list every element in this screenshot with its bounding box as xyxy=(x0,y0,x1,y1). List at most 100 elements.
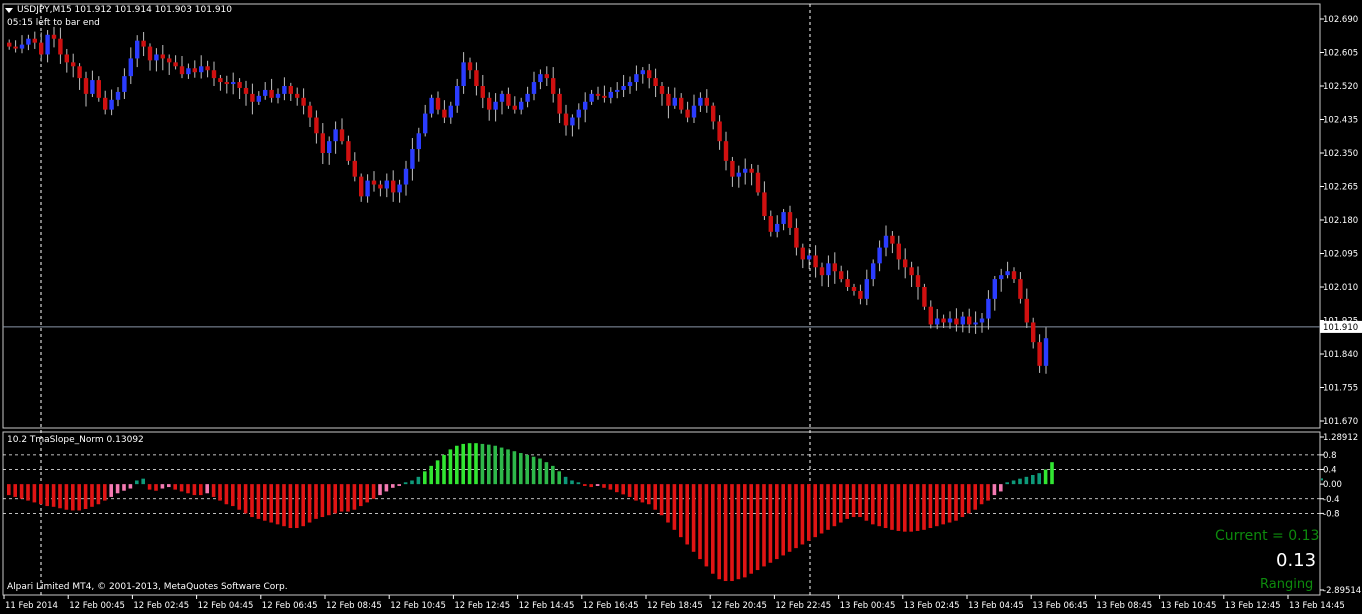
candle-body xyxy=(986,298,991,319)
indicator-bar xyxy=(967,484,971,514)
candle-body xyxy=(839,271,844,280)
candle-body xyxy=(1037,342,1042,366)
candle-body xyxy=(634,74,639,83)
indicator-last-marker xyxy=(1321,478,1323,481)
candle-body xyxy=(179,66,185,75)
candle-body xyxy=(615,89,620,92)
indicator-bar xyxy=(915,484,920,531)
candle-body xyxy=(992,279,997,299)
candle-body xyxy=(263,89,268,96)
price-axis-label: 102.265 xyxy=(1323,183,1358,193)
indicator-bar xyxy=(960,484,965,518)
candle-body xyxy=(519,101,524,110)
indicator-bar xyxy=(461,443,465,485)
candle-body xyxy=(589,93,594,102)
candle-body xyxy=(333,129,338,142)
indicator-bar xyxy=(320,484,325,518)
price-axis-label: 102.435 xyxy=(1323,116,1358,126)
indicator-bar xyxy=(256,484,261,519)
indicator-bar xyxy=(275,484,280,525)
indicator-bar xyxy=(807,484,811,541)
indicator-bar xyxy=(237,484,241,510)
candle-body xyxy=(538,74,543,83)
indicator-bar xyxy=(519,453,523,485)
indicator-bar xyxy=(845,484,849,519)
indicator-bar xyxy=(128,484,133,489)
indicator-current-label: Current = 0.13 xyxy=(1215,528,1320,544)
candle-body xyxy=(224,82,229,85)
time-axis-label: 12 Feb 22:45 xyxy=(775,601,831,611)
price-axis-label: 102.095 xyxy=(1323,250,1358,260)
indicator-bar xyxy=(506,449,510,485)
indicator-bar xyxy=(199,484,203,496)
candle-body xyxy=(935,318,940,325)
indicator-bar xyxy=(1043,469,1048,485)
candle-body xyxy=(525,93,530,102)
indicator-bar xyxy=(640,484,645,503)
indicator-bar xyxy=(243,484,248,514)
candle-body xyxy=(512,105,517,110)
candle-body xyxy=(781,212,786,224)
candle-body xyxy=(583,101,588,110)
indicator-bar xyxy=(371,484,376,499)
candle-body xyxy=(455,86,460,106)
indicator-bar xyxy=(691,484,696,552)
candle-body xyxy=(493,101,498,110)
indicator-bar xyxy=(557,471,561,485)
indicator-bar xyxy=(666,484,670,523)
candle-body xyxy=(736,172,741,177)
candle-body xyxy=(154,54,159,61)
chart-canvas[interactable]: 102.690 102.605 102.520 102.435 102.350 102.2… xyxy=(0,0,1362,614)
candle-body xyxy=(608,91,613,98)
candle-body xyxy=(352,160,357,177)
time-axis-label: 13 Feb 02:45 xyxy=(904,601,960,611)
candle-body xyxy=(890,235,895,244)
time-axis-label: 12 Feb 10:45 xyxy=(390,601,446,611)
candle-body xyxy=(135,40,140,59)
candle-body xyxy=(231,82,236,85)
time-axis-label: 12 Feb 08:45 xyxy=(326,601,382,611)
chart-menu-icon[interactable] xyxy=(5,8,13,13)
indicator-bar xyxy=(58,484,62,509)
price-axis-label: 102.605 xyxy=(1323,49,1358,59)
candle-body xyxy=(621,86,626,90)
indicator-bar xyxy=(13,484,17,497)
candle-body xyxy=(659,86,665,94)
indicator-bar xyxy=(499,447,504,485)
candle-body xyxy=(339,129,345,142)
candle-body xyxy=(487,97,492,110)
indicator-bar xyxy=(96,484,101,505)
candle-body xyxy=(416,133,421,150)
indicator-bar xyxy=(928,484,933,529)
indicator-bar xyxy=(263,484,267,521)
candle-body xyxy=(915,275,921,287)
indicator-bar xyxy=(832,484,837,527)
candle-body xyxy=(301,97,306,106)
indicator-bar xyxy=(813,484,817,538)
time-axis-label: 12 Feb 06:45 xyxy=(262,601,318,611)
indicator-bar xyxy=(794,484,798,549)
candle-body xyxy=(698,97,703,106)
time-axis-label: 12 Feb 16:45 xyxy=(583,601,639,611)
indicator-bar xyxy=(365,484,369,503)
indicator-bar xyxy=(403,482,408,485)
indicator-bar xyxy=(429,465,433,485)
candle-body xyxy=(320,133,325,153)
indicator-bar xyxy=(659,484,664,516)
indicator-bar xyxy=(295,484,299,529)
indicator-bar xyxy=(480,443,485,485)
time-axis-label: 13 Feb 10:45 xyxy=(1161,601,1217,611)
candle-body xyxy=(1005,271,1010,276)
indicator-title: 10.2 TmaSlope_Norm 0.13092 xyxy=(7,435,144,445)
candle-body xyxy=(1011,271,1017,280)
candle-body xyxy=(647,70,652,79)
indicator-bar xyxy=(339,484,344,512)
candle-body xyxy=(730,160,735,177)
time-axis-label: 12 Feb 00:45 xyxy=(69,601,125,611)
indicator-bar xyxy=(781,484,785,556)
indicator-bar xyxy=(589,484,593,488)
candle-body xyxy=(1018,279,1023,299)
indicator-bar xyxy=(698,484,702,560)
candle-body xyxy=(960,316,965,325)
candle-body xyxy=(544,74,549,79)
